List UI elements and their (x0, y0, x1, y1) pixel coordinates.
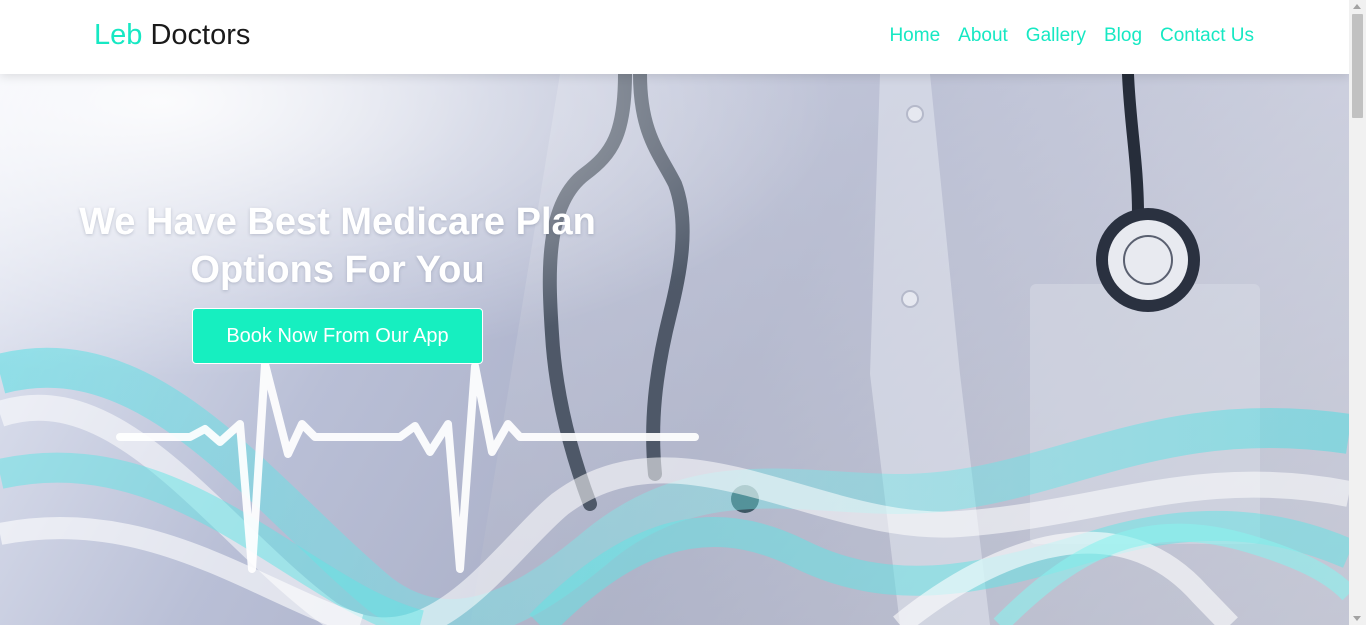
scroll-down-icon[interactable] (1353, 616, 1361, 621)
nav-about[interactable]: About (958, 22, 1008, 50)
page: Leb Doctors Home About Gallery Blog Cont… (0, 0, 1366, 625)
book-now-button[interactable]: Book Now From Our App (192, 308, 483, 364)
main-nav: Home About Gallery Blog Contact Us (871, 22, 1254, 50)
navbar: Leb Doctors Home About Gallery Blog Cont… (0, 0, 1349, 74)
nav-gallery[interactable]: Gallery (1026, 22, 1086, 50)
hero-title-line-2: Options For You (190, 249, 485, 291)
vertical-scrollbar[interactable] (1349, 0, 1366, 625)
brand-logo[interactable]: Leb Doctors (94, 17, 250, 53)
scroll-thumb[interactable] (1352, 14, 1363, 118)
hero-title-line-1: We Have Best Medicare Plan (79, 201, 596, 243)
nav-blog[interactable]: Blog (1104, 22, 1142, 50)
hero-title: We Have Best Medicare Plan Options For Y… (70, 198, 605, 294)
scroll-up-icon[interactable] (1353, 4, 1361, 9)
brand-accent: Leb (94, 19, 143, 51)
nav-home[interactable]: Home (889, 22, 940, 50)
brand-name: Doctors (142, 19, 251, 51)
hero-section: We Have Best Medicare Plan Options For Y… (0, 74, 1349, 625)
nav-contact-us[interactable]: Contact Us (1160, 22, 1254, 50)
